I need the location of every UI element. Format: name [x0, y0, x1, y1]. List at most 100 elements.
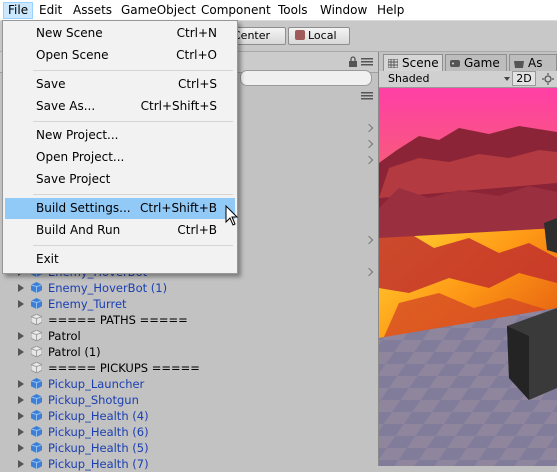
- hierarchy-row[interactable]: Pickup_Health (4): [0, 408, 378, 424]
- hierarchy-row[interactable]: ===== PICKUPS =====: [0, 360, 378, 376]
- hierarchy-row[interactable]: Patrol (1): [0, 344, 378, 360]
- hierarchy-row-label: Patrol (1): [48, 345, 101, 359]
- expand-arrow-icon[interactable]: [18, 428, 24, 436]
- menu-item-save[interactable]: Save Ctrl+S: [5, 74, 235, 95]
- chevron-right-icon[interactable]: [364, 155, 374, 165]
- menu-item-open-scene[interactable]: Open Scene Ctrl+O: [5, 45, 235, 66]
- menu-bar: File Edit Assets GameObject Component To…: [0, 0, 557, 21]
- hierarchy-search-input[interactable]: [240, 70, 372, 86]
- hierarchy-row[interactable]: ===== PATHS =====: [0, 312, 378, 328]
- local-icon: [295, 30, 305, 40]
- scene-lighting-icon[interactable]: [542, 73, 554, 85]
- hierarchy-row[interactable]: Pickup_Health (7): [0, 456, 378, 472]
- hierarchy-row-label: ===== PICKUPS =====: [48, 361, 200, 375]
- shading-mode-dropdown[interactable]: Shaded: [388, 71, 516, 87]
- hierarchy-row[interactable]: Pickup_Health (5): [0, 440, 378, 456]
- expand-arrow-icon[interactable]: [18, 380, 24, 388]
- hierarchy-row-label: Pickup_Launcher: [48, 377, 145, 391]
- hierarchy-row-label: Pickup_Health (5): [48, 441, 149, 455]
- scene-grid-icon: [388, 59, 398, 68]
- menu-window[interactable]: Window: [316, 2, 371, 19]
- tab-scene[interactable]: Scene: [383, 54, 443, 71]
- menu-item-new-scene[interactable]: New Scene Ctrl+N: [5, 23, 235, 44]
- tab-asset-store-label: As: [528, 56, 543, 70]
- asset-store-icon: [514, 61, 524, 68]
- hierarchy-row-label: Enemy_Turret: [48, 297, 127, 311]
- toolbar-local-label: Local: [308, 29, 337, 42]
- prefab-cube-icon: [31, 442, 42, 453]
- menu-item-label: Open Project...: [36, 150, 125, 164]
- expand-arrow-icon[interactable]: [18, 348, 24, 356]
- chevron-right-icon[interactable]: [364, 139, 374, 149]
- chevron-down-icon: [504, 77, 510, 81]
- hierarchy-row[interactable]: Enemy_Turret: [0, 296, 378, 312]
- chevron-right-icon[interactable]: [364, 235, 374, 245]
- menu-file[interactable]: File: [3, 2, 34, 19]
- hierarchy-row-label: Pickup_Health (6): [48, 425, 149, 439]
- mouse-cursor-icon: [225, 205, 239, 226]
- panel-menu-icon[interactable]: [361, 58, 373, 66]
- menu-edit[interactable]: Edit: [35, 2, 66, 19]
- menu-item-shortcut: Ctrl+N: [176, 26, 217, 40]
- menu-item-label: Open Scene: [36, 48, 109, 62]
- hierarchy-row-label: Pickup_Shotgun: [48, 393, 139, 407]
- shading-mode-value: Shaded: [388, 72, 430, 85]
- prefab-cube-icon: [31, 378, 42, 389]
- menu-component[interactable]: Component: [197, 2, 275, 19]
- menu-item-exit[interactable]: Exit: [5, 249, 235, 270]
- gameobject-cube-icon: [31, 330, 42, 341]
- prefab-cube-icon: [31, 410, 42, 421]
- hierarchy-options-icon[interactable]: [361, 92, 373, 100]
- menu-item-label: New Project...: [36, 128, 119, 142]
- scene-view-render[interactable]: [379, 88, 557, 466]
- file-menu-dropdown: New Scene Ctrl+N Open Scene Ctrl+O Save …: [2, 20, 238, 274]
- expand-arrow-icon[interactable]: [18, 300, 24, 308]
- toolbar-center-label: Center: [233, 29, 271, 42]
- scene-viewport[interactable]: [379, 88, 557, 466]
- chevron-right-icon[interactable]: [364, 123, 374, 133]
- menu-item-open-project[interactable]: Open Project...: [5, 147, 235, 168]
- menu-item-save-project[interactable]: Save Project: [5, 169, 235, 190]
- menu-assets[interactable]: Assets: [69, 2, 116, 19]
- menu-item-label: Build And Run: [36, 223, 121, 237]
- menu-item-shortcut: Ctrl+B: [177, 223, 217, 237]
- prefab-cube-icon: [31, 394, 42, 405]
- tab-asset-store[interactable]: As: [509, 54, 557, 71]
- menu-gameobject[interactable]: GameObject: [117, 2, 200, 19]
- hierarchy-row[interactable]: Enemy_HoverBot (1): [0, 280, 378, 296]
- menu-item-shortcut: Ctrl+O: [176, 48, 217, 62]
- expand-arrow-icon[interactable]: [18, 444, 24, 452]
- menu-separator: [33, 245, 233, 246]
- menu-item-build-and-run[interactable]: Build And Run Ctrl+B: [5, 220, 235, 241]
- scene-panel: Scene Game As Shaded 2D: [379, 52, 557, 466]
- expand-arrow-icon[interactable]: [18, 332, 24, 340]
- prefab-cube-icon: [31, 426, 42, 437]
- menu-separator: [33, 194, 233, 195]
- expand-arrow-icon[interactable]: [18, 412, 24, 420]
- hierarchy-row-label: Pickup_Health (4): [48, 409, 149, 423]
- tab-game[interactable]: Game: [445, 54, 507, 71]
- pivot-local-button[interactable]: Local: [288, 27, 350, 45]
- hierarchy-row-label: Patrol: [48, 329, 81, 343]
- menu-item-shortcut: Ctrl+S: [177, 77, 217, 91]
- hierarchy-row[interactable]: Pickup_Health (6): [0, 424, 378, 440]
- menu-tools[interactable]: Tools: [274, 2, 312, 19]
- menu-item-shortcut: Ctrl+Shift+B: [140, 201, 217, 215]
- hierarchy-row[interactable]: Pickup_Launcher: [0, 376, 378, 392]
- gameobject-cube-icon: [31, 346, 42, 357]
- menu-item-label: New Scene: [36, 26, 103, 40]
- hierarchy-row[interactable]: Pickup_Shotgun: [0, 392, 378, 408]
- menu-item-label: Build Settings...: [36, 201, 131, 215]
- menu-help[interactable]: Help: [373, 2, 408, 19]
- menu-item-label: Exit: [36, 252, 59, 266]
- expand-arrow-icon[interactable]: [18, 284, 24, 292]
- expand-arrow-icon[interactable]: [18, 460, 24, 468]
- expand-arrow-icon[interactable]: [18, 396, 24, 404]
- gameobject-cube-icon: [31, 314, 42, 325]
- mode-2d-toggle[interactable]: 2D: [512, 71, 536, 86]
- menu-item-new-project[interactable]: New Project...: [5, 125, 235, 146]
- lock-icon[interactable]: [348, 56, 358, 67]
- menu-item-save-as[interactable]: Save As... Ctrl+Shift+S: [5, 96, 235, 117]
- hierarchy-row[interactable]: Patrol: [0, 328, 378, 344]
- menu-item-build-settings[interactable]: Build Settings... Ctrl+Shift+B: [5, 198, 235, 219]
